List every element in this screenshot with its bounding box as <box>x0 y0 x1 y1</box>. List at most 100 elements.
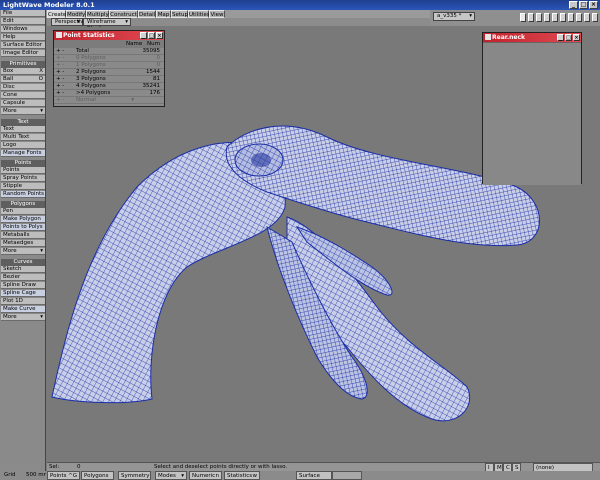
maximize-button[interactable]: □ <box>565 34 572 41</box>
plus-minus-icon[interactable]: + - <box>56 62 68 69</box>
layer-button[interactable] <box>584 13 590 22</box>
stats-row-4-polygons[interactable]: + - 4 Polygons 35241 <box>54 83 164 90</box>
stats-row-2-polygons[interactable]: + - 2 Polygons 1544 <box>54 69 164 76</box>
primitives-more-menu[interactable]: More ▾ <box>1 108 45 115</box>
chevron-down-icon[interactable]: ▾ <box>131 97 134 104</box>
disc-tool[interactable]: Disc <box>1 84 45 91</box>
make-curve-button[interactable]: Make Curve <box>1 306 45 313</box>
curves-more-menu[interactable]: More ▾ <box>1 314 45 321</box>
plus-minus-icon[interactable]: + - <box>56 48 68 55</box>
maximize-button[interactable]: □ <box>148 32 155 39</box>
stats-row-3-polygons[interactable]: + - 3 Polygons 81 <box>54 76 164 83</box>
random-points-tool[interactable]: Random Points <box>1 191 45 198</box>
plot-1d-tool[interactable]: Plot 1D <box>1 298 45 305</box>
minimize-button[interactable]: _ <box>569 1 578 9</box>
layer-button[interactable] <box>528 13 534 22</box>
layer-button[interactable] <box>536 13 542 22</box>
points-tool[interactable]: Points <box>1 167 45 174</box>
sketch-tool[interactable]: Sketch <box>1 266 45 273</box>
rear-neck-titlebar[interactable]: Rear.neck _ □ × <box>483 33 581 42</box>
numeric-label: Numeric <box>192 473 216 479</box>
pen-tool[interactable]: Pen <box>1 208 45 215</box>
windows-menu[interactable]: Windows <box>1 26 45 33</box>
layer-button[interactable] <box>544 13 550 22</box>
curves-header: Curves <box>1 259 45 266</box>
view-mode-dropdown[interactable]: Perspective ▾ <box>51 18 87 26</box>
text-tool[interactable]: Text <box>1 126 45 133</box>
maximize-button[interactable]: □ <box>579 1 588 9</box>
stats-row-more-polygons[interactable]: + - >4 Polygons 176 <box>54 90 164 97</box>
stats-row-1-polygons[interactable]: + - 1 Polygons 0 <box>54 62 164 69</box>
layer-button[interactable] <box>560 13 566 22</box>
minimize-button[interactable]: _ <box>140 32 147 39</box>
plus-minus-icon[interactable]: + - <box>56 76 68 83</box>
polygons-mode-button[interactable]: Polygons <box>81 471 114 480</box>
points-to-polys-button[interactable]: Points to Polys <box>1 224 45 231</box>
grid-label: Grid <box>4 472 16 478</box>
layer-button[interactable] <box>568 13 574 22</box>
ball-tool[interactable]: Ball O <box>1 76 45 83</box>
symmetry-button[interactable]: Symmetry <box>118 471 151 480</box>
numeric-button[interactable]: Numeric n <box>189 471 222 480</box>
capsule-tool[interactable]: Capsule <box>1 100 45 107</box>
shade-mode-dropdown[interactable]: Wireframe Shade▾ <box>83 18 131 32</box>
surface-editor-button[interactable]: Surface Editor <box>1 42 45 49</box>
file-menu[interactable]: File <box>1 10 45 17</box>
tab-multiply[interactable]: Multiply <box>86 10 109 18</box>
modes-dropdown[interactable]: Modes ▾ <box>155 471 187 480</box>
metaballs-tool[interactable]: Metaballs <box>1 232 45 239</box>
points-mode-button[interactable]: Points ^G <box>47 471 80 480</box>
layer-name-dropdown[interactable]: a_v335 * ▾ <box>433 12 475 21</box>
rear-neck-window[interactable]: Rear.neck _ □ × <box>482 32 582 185</box>
close-button[interactable]: × <box>156 32 163 39</box>
blank-button[interactable] <box>332 471 362 480</box>
layer-button[interactable] <box>552 13 558 22</box>
tab-utilities[interactable]: Utilities <box>188 10 210 18</box>
spline-cage-tool[interactable]: Spline Cage <box>1 290 45 297</box>
stats-row-total[interactable]: + - Total 35095 <box>54 48 164 55</box>
tab-map[interactable]: Map <box>156 10 171 18</box>
ball-shortcut: O <box>38 76 43 82</box>
help-menu[interactable]: Help <box>1 34 45 41</box>
tab-setup[interactable]: Setup <box>171 10 188 18</box>
tab-modify[interactable]: Modify <box>66 10 86 18</box>
stats-row-normal[interactable]: + - Normal ▾ <box>54 97 164 104</box>
cone-tool[interactable]: Cone <box>1 92 45 99</box>
close-button[interactable]: × <box>573 34 580 41</box>
stats-label: Total <box>76 48 89 54</box>
plus-minus-icon[interactable]: + - <box>56 69 68 76</box>
multi-text-tool[interactable]: Multi Text <box>1 134 45 141</box>
stipple-tool[interactable]: Stipple <box>1 183 45 190</box>
tab-create[interactable]: Create <box>47 10 66 18</box>
tab-detail[interactable]: Detail <box>138 10 156 18</box>
surface-button[interactable]: Surface <box>296 471 332 480</box>
more-label: More <box>3 108 17 114</box>
more-label: More <box>3 248 17 254</box>
spline-draw-tool[interactable]: Spline Draw <box>1 282 45 289</box>
polygons-more-menu[interactable]: More ▾ <box>1 248 45 255</box>
plus-minus-icon[interactable]: + - <box>56 90 68 97</box>
minimize-button[interactable]: _ <box>557 34 564 41</box>
layer-button[interactable] <box>520 13 526 22</box>
logo-tool[interactable]: Logo <box>1 142 45 149</box>
stats-row-0-polygons[interactable]: + - 0 Polygons 0 <box>54 55 164 62</box>
layer-button[interactable] <box>592 13 598 22</box>
box-tool[interactable]: Box X <box>1 68 45 75</box>
point-statistics-titlebar[interactable]: Point Statistics _ □ × <box>54 31 164 40</box>
close-button[interactable]: × <box>589 1 598 9</box>
manage-fonts-button[interactable]: Manage Fonts <box>1 150 45 157</box>
statistics-button[interactable]: Statistics w <box>224 471 260 480</box>
spray-points-tool[interactable]: Spray Points <box>1 175 45 182</box>
tab-construct[interactable]: Construct <box>109 10 138 18</box>
edit-menu[interactable]: Edit <box>1 18 45 25</box>
plus-minus-icon[interactable]: + - <box>56 83 68 90</box>
plus-minus-icon[interactable]: + - <box>56 97 68 104</box>
layer-button[interactable] <box>576 13 582 22</box>
make-polygon-button[interactable]: Make Polygon <box>1 216 45 223</box>
bezier-tool[interactable]: Bezier <box>1 274 45 281</box>
tab-view[interactable]: View <box>209 10 225 18</box>
metaedges-tool[interactable]: Metaedges <box>1 240 45 247</box>
plus-minus-icon[interactable]: + - <box>56 55 68 62</box>
point-statistics-window[interactable]: Point Statistics _ □ × Name Num + - Total… <box>53 30 165 107</box>
image-editor-button[interactable]: Image Editor <box>1 50 45 57</box>
